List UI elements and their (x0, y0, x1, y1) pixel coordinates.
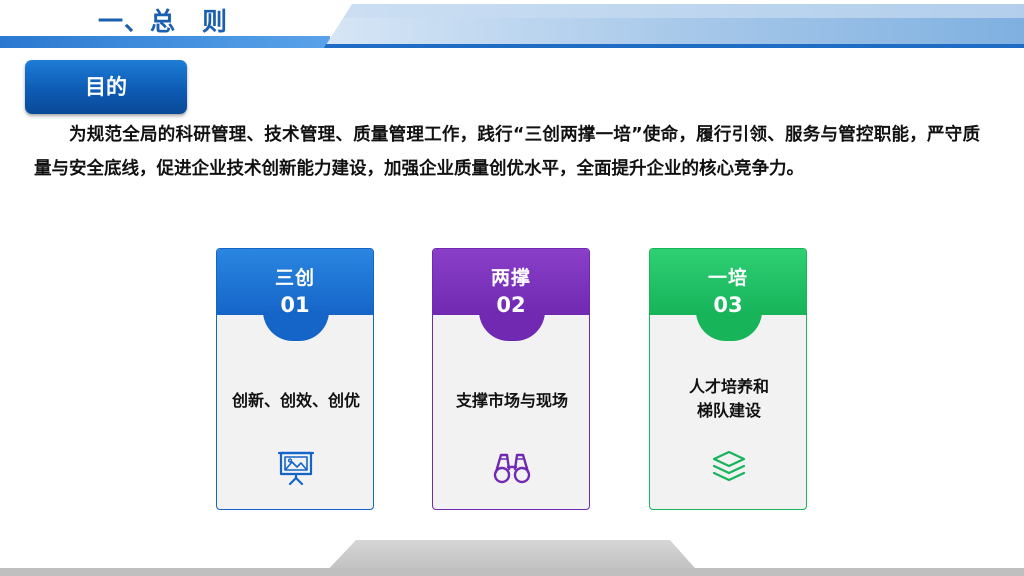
layers-icon (712, 450, 746, 482)
card-description: 人才培养和 梯队建设 (680, 375, 778, 423)
section-title: 一、总 则 (98, 7, 229, 36)
card-title: 两撑 (490, 267, 531, 289)
card-number: 02 (496, 293, 526, 317)
purpose-tag: 目的 (25, 60, 187, 114)
card-sanchuang: 三创 01 创新、创效、创优 (216, 248, 374, 510)
card-description-line: 人才培养和 (688, 377, 769, 396)
card-title: 一培 (707, 267, 748, 289)
card-number: 03 (713, 293, 743, 317)
binoculars-icon (493, 453, 531, 484)
presentation-board-icon (277, 451, 315, 486)
header-band: 一、总 则 (0, 0, 1024, 48)
card-yipei: 一培 03 人才培养和梯队建设 (649, 248, 807, 510)
card-liangcheng: 两撑 02 支撑市场与现场 (432, 248, 590, 510)
card-title: 三创 (274, 267, 315, 289)
purpose-paragraph: 为规范全局的科研管理、技术管理、质量管理工作，践行“三创两撑一培”使命，履行引领… (34, 125, 980, 179)
card-description: 创新、创效、创优 (231, 391, 360, 410)
card-description: 支撑市场与现场 (455, 391, 568, 410)
card-description-line: 梯队建设 (696, 401, 761, 420)
footer-decoration (0, 540, 1024, 576)
card-number: 01 (280, 293, 310, 317)
